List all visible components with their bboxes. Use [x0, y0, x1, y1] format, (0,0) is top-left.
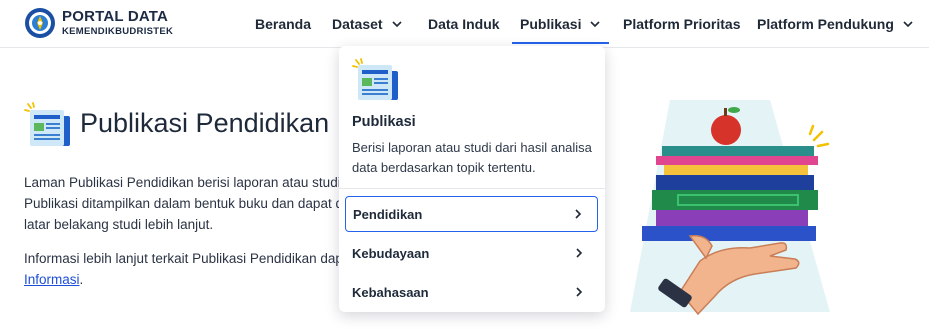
newspaper-icon	[352, 58, 398, 100]
nav-label: Platform Prioritas	[623, 16, 741, 32]
chevron-down-icon	[590, 21, 601, 28]
paragraph-line: latar belakang studi lebih lanjut.	[24, 217, 214, 232]
paragraph-line: Informasi lebih lanjut terkait Publikasi…	[24, 251, 343, 266]
paragraph-tail: .	[79, 272, 84, 287]
books-illustration	[630, 100, 830, 316]
nav-publikasi[interactable]: Publikasi	[511, 0, 610, 48]
publikasi-dropdown: Publikasi Berisi laporan atau studi dari…	[339, 46, 605, 312]
dropdown-item-label: Pendidikan	[353, 206, 423, 222]
paragraph-line: Publikasi ditampilkan dalam bentuk buku …	[24, 196, 343, 211]
dropdown-description: Berisi laporan atau studi dari hasil ana…	[352, 140, 592, 175]
emblem-icon	[25, 8, 55, 38]
nav-label: Data Induk	[428, 16, 500, 32]
nav-label: Platform Pendukung	[757, 16, 894, 32]
top-navbar: PORTAL DATA KEMENDIKBUDRISTEK Beranda Da…	[0, 0, 929, 48]
nav-data-induk[interactable]: Data Induk	[428, 0, 500, 48]
dropdown-item-pendidikan[interactable]: Pendidikan	[345, 196, 598, 232]
logo-subtitle: KEMENDIKBUDRISTEK	[62, 26, 174, 38]
dropdown-item-label: Kebudayaan	[352, 245, 430, 261]
informasi-link[interactable]: Informasi	[24, 272, 80, 287]
dropdown-title: Publikasi	[352, 114, 416, 130]
dropdown-item-kebudayaan[interactable]: Kebudayaan	[345, 235, 598, 271]
paragraph-line-link: Informasi.	[24, 269, 83, 290]
chevron-right-icon	[576, 248, 583, 258]
chevron-right-icon	[575, 209, 582, 219]
nav-label: Beranda	[255, 16, 312, 32]
dropdown-item-label: Kebahasaan	[352, 284, 429, 300]
nav-label: Dataset	[332, 16, 383, 32]
nav-platform-pendukung[interactable]: Platform Pendukung	[757, 0, 914, 48]
dropdown-item-kebahasaan[interactable]: Kebahasaan	[345, 274, 598, 310]
logo-title: PORTAL DATA	[62, 8, 169, 26]
paragraph-line: Laman Publikasi Pendidikan berisi lapora…	[24, 175, 341, 190]
nav-platform-prioritas[interactable]: Platform Prioritas	[623, 0, 740, 48]
page-title: Publikasi Pendidikan	[80, 108, 330, 138]
divider	[339, 188, 605, 189]
nav-dataset[interactable]: Dataset	[332, 0, 403, 48]
chevron-down-icon	[392, 21, 402, 28]
nav-beranda[interactable]: Beranda	[255, 0, 311, 48]
logo[interactable]: PORTAL DATA KEMENDIKBUDRISTEK	[24, 7, 173, 39]
nav-label: Publikasi	[520, 16, 582, 32]
newspaper-icon	[24, 102, 70, 146]
chevron-right-icon	[576, 287, 583, 297]
chevron-down-icon	[903, 21, 913, 28]
